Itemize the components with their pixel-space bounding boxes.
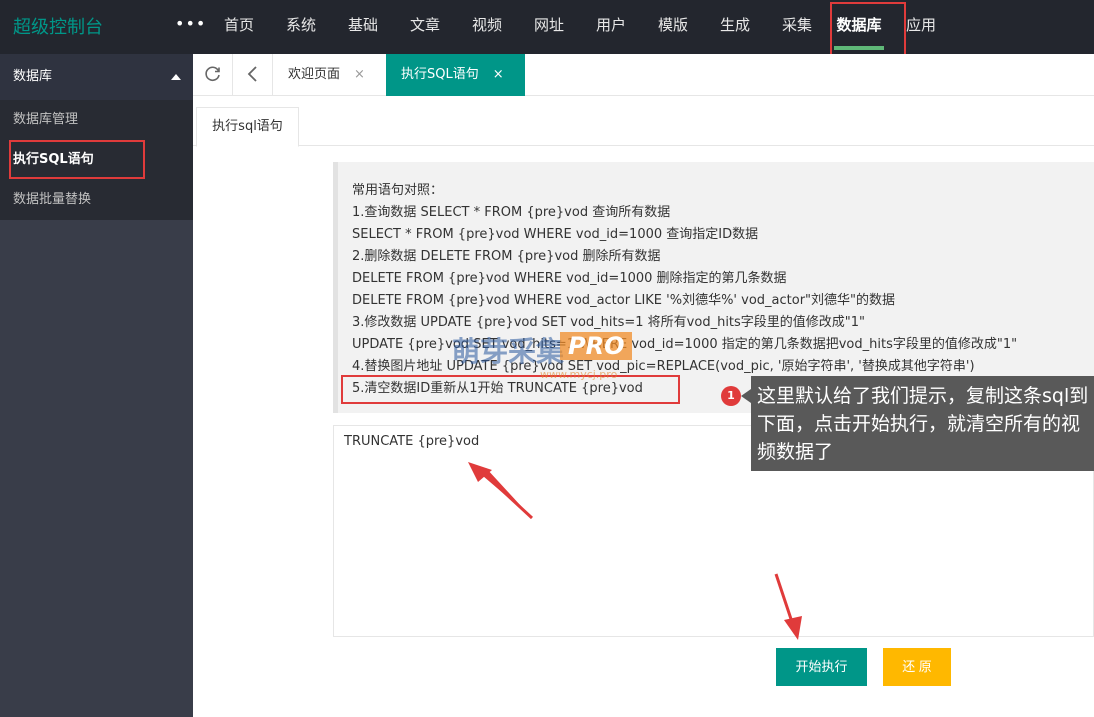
close-icon[interactable]: × — [354, 67, 365, 82]
annotation-callout: 这里默认给了我们提示，复制这条sql到下面，点击开始执行，就清空所有的视频数据了 — [751, 376, 1094, 471]
refresh-button[interactable] — [193, 54, 233, 96]
tab-exec-sql-label: 执行SQL语句 — [401, 67, 479, 82]
hint-line: 常用语句对照： — [352, 183, 444, 198]
content-tabs: 执行sql语句 — [193, 96, 1094, 147]
nav-article[interactable]: 文章 — [394, 0, 456, 54]
reset-button[interactable]: 还 原 — [883, 648, 951, 686]
sidebar-item-batch-replace[interactable]: 数据批量替换 — [0, 180, 193, 220]
more-icon[interactable]: ••• — [175, 14, 206, 33]
nav-system[interactable]: 系统 — [270, 0, 332, 54]
tab-bar: 欢迎页面 × 执行SQL语句 × — [193, 54, 1094, 96]
sidebar-group-label: 数据库 — [13, 69, 53, 84]
close-icon[interactable]: × — [493, 67, 504, 82]
nav-generate[interactable]: 生成 — [704, 0, 766, 54]
back-button[interactable] — [233, 54, 273, 96]
hint-line: DELETE FROM {pre}vod WHERE vod_actor LIK… — [352, 293, 896, 308]
annotation-number: 1 — [721, 386, 741, 406]
nav-collect[interactable]: 采集 — [766, 0, 828, 54]
nav-home[interactable]: 首页 — [208, 0, 270, 54]
nav-website[interactable]: 网址 — [518, 0, 580, 54]
nav-user[interactable]: 用户 — [580, 0, 642, 54]
watermark-url: www.mycj.pro — [540, 368, 618, 381]
caret-up-icon — [171, 74, 181, 80]
hint-line: 1.查询数据 SELECT * FROM {pre}vod 查询所有数据 — [352, 205, 671, 220]
tab-welcome-label: 欢迎页面 — [288, 67, 341, 82]
app-logo[interactable]: 超级控制台 — [13, 13, 103, 39]
highlight-box-truncate — [341, 375, 680, 404]
tab-welcome[interactable]: 欢迎页面 × — [273, 54, 386, 96]
highlight-box-nav — [830, 2, 906, 56]
chevron-left-icon — [247, 66, 257, 82]
tab-exec-sql[interactable]: 执行SQL语句 × — [386, 54, 525, 96]
tab-exec-sql-inner[interactable]: 执行sql语句 — [196, 107, 299, 147]
hint-line: 2.删除数据 DELETE FROM {pre}vod 删除所有数据 — [352, 249, 661, 264]
hint-line: SELECT * FROM {pre}vod WHERE vod_id=1000… — [352, 227, 759, 242]
top-bar: 超级控制台 ••• 首页 系统 基础 文章 视频 网址 用户 模版 生成 采集 … — [0, 0, 1094, 54]
nav-template[interactable]: 模版 — [642, 0, 704, 54]
sidebar-item-db-manage[interactable]: 数据库管理 — [0, 100, 193, 140]
run-button[interactable]: 开始执行 — [776, 648, 867, 686]
watermark-text: 萌芽采集 — [452, 335, 565, 368]
hint-line: DELETE FROM {pre}vod WHERE vod_id=1000 删… — [352, 271, 787, 286]
refresh-icon — [204, 66, 220, 82]
highlight-box-sidebar — [9, 140, 145, 179]
annotation-pointer — [741, 389, 751, 403]
sidebar-group-database[interactable]: 数据库 — [0, 54, 193, 100]
nav-video[interactable]: 视频 — [456, 0, 518, 54]
watermark-badge: PRO — [560, 332, 633, 360]
nav-basic[interactable]: 基础 — [332, 0, 394, 54]
